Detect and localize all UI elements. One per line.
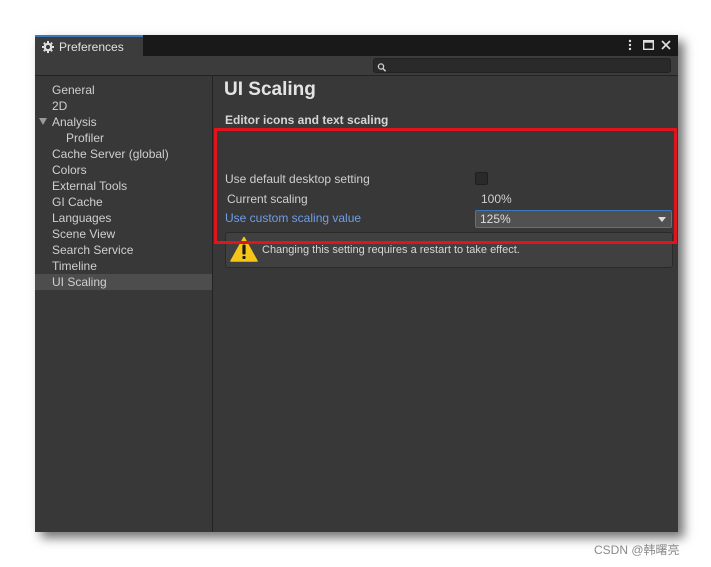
search-input[interactable]	[373, 58, 671, 73]
sidebar-item-general[interactable]: General	[35, 82, 212, 98]
preferences-window: Preferences General 2D Analysis Profiler…	[35, 35, 678, 532]
sidebar-item-2d[interactable]: 2D	[35, 98, 212, 114]
expand-arrow-icon[interactable]	[39, 118, 47, 125]
window-controls	[624, 38, 672, 52]
section-title: Editor icons and text scaling	[225, 113, 389, 127]
custom-scaling-label: Use custom scaling value	[225, 211, 362, 225]
sidebar-item-colors[interactable]: Colors	[35, 162, 212, 178]
tab-title: Preferences	[59, 39, 124, 54]
maximize-icon[interactable]	[642, 38, 654, 52]
more-options-icon[interactable]	[624, 38, 636, 52]
watermark-text: CSDN @韩曙亮	[594, 543, 680, 557]
sidebar: General 2D Analysis Profiler Cache Serve…	[35, 76, 213, 532]
gear-icon	[40, 40, 56, 53]
current-scaling-value: 100%	[481, 192, 512, 206]
sidebar-item-languages[interactable]: Languages	[35, 210, 212, 226]
page-title: UI Scaling	[224, 79, 316, 100]
use-default-label: Use default desktop setting	[225, 172, 370, 186]
sidebar-item-search-service[interactable]: Search Service	[35, 242, 212, 258]
toolbar	[35, 56, 678, 76]
close-icon[interactable]	[660, 38, 672, 52]
sidebar-item-analysis[interactable]: Analysis	[35, 114, 212, 130]
current-scaling-label: Current scaling	[227, 192, 308, 206]
sidebar-item-external-tools[interactable]: External Tools	[35, 178, 212, 194]
use-default-checkbox[interactable]	[475, 172, 488, 185]
sidebar-item-ui-scaling[interactable]: UI Scaling	[35, 274, 212, 290]
search-icon	[377, 60, 387, 72]
custom-scaling-dropdown[interactable]: 125%	[475, 210, 672, 228]
sidebar-item-scene-view[interactable]: Scene View	[35, 226, 212, 242]
sidebar-item-cache-server[interactable]: Cache Server (global)	[35, 146, 212, 162]
warning-icon	[230, 236, 258, 263]
custom-scaling-value: 125%	[480, 212, 511, 226]
sidebar-item-profiler[interactable]: Profiler	[35, 130, 212, 146]
chevron-down-icon	[658, 217, 666, 222]
warning-message: Changing this setting requires a restart…	[262, 244, 520, 256]
tab-preferences[interactable]: Preferences	[35, 35, 143, 56]
settings-panel: UI Scaling Editor icons and text scaling…	[213, 76, 678, 532]
sidebar-item-timeline[interactable]: Timeline	[35, 258, 212, 274]
sidebar-item-gi-cache[interactable]: GI Cache	[35, 194, 212, 210]
title-bar: Preferences	[35, 35, 678, 56]
warning-helpbox: Changing this setting requires a restart…	[225, 232, 673, 268]
